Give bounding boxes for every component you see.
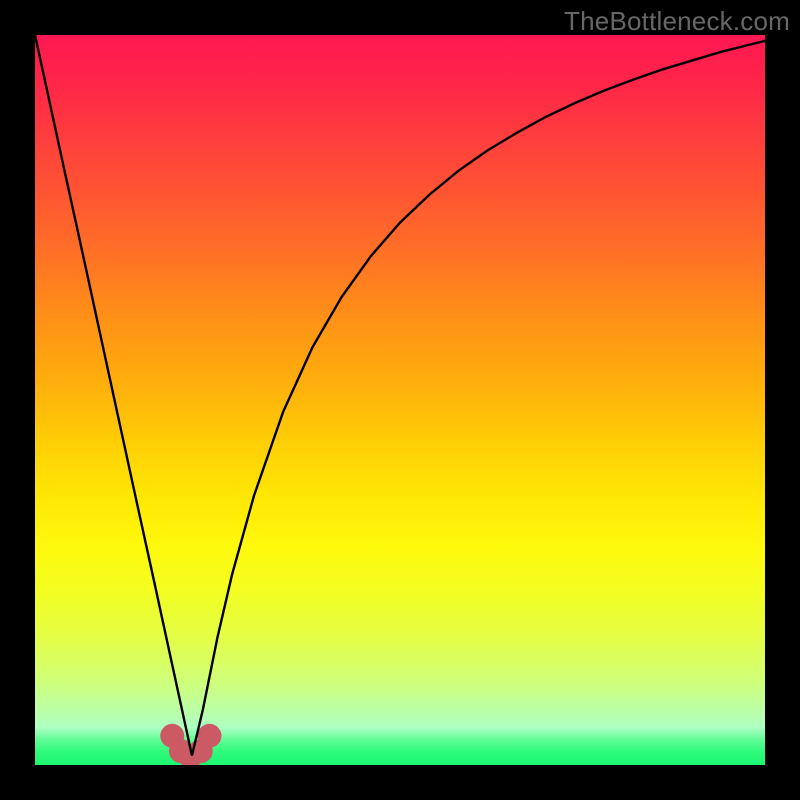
- cusp-dot: [197, 724, 221, 748]
- chart-background: [35, 35, 765, 765]
- bottleneck-chart: [35, 35, 765, 765]
- watermark-text: TheBottleneck.com: [564, 6, 790, 37]
